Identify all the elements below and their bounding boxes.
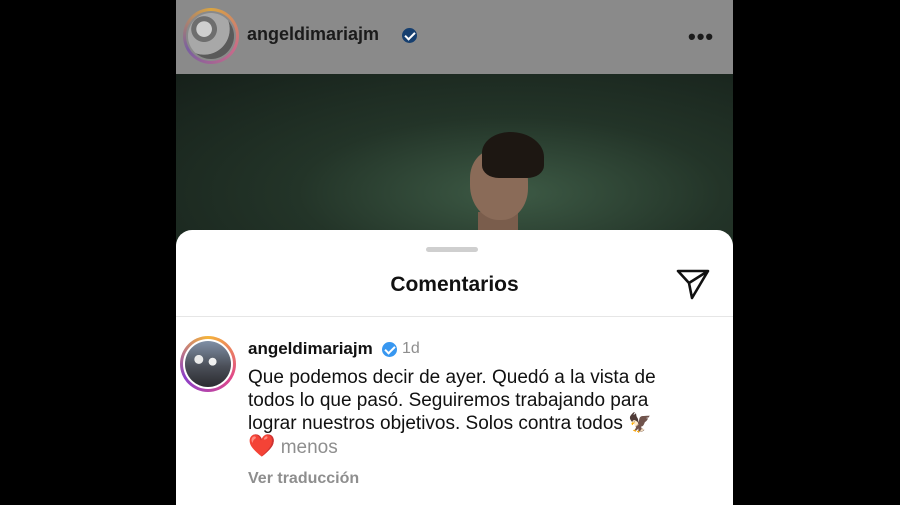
comment-username[interactable]: angeldimariajm: [248, 339, 373, 359]
avatar-image: [188, 13, 234, 59]
post-header: angeldimariajm •••: [176, 0, 733, 74]
sheet-drag-handle[interactable]: [426, 247, 478, 252]
player-photo-subject: [458, 132, 548, 242]
verified-badge-icon: [382, 342, 397, 357]
divider: [176, 316, 733, 317]
comment-avatar[interactable]: [180, 336, 236, 392]
instagram-screen: angeldimariajm ••• Comentarios angeldima…: [176, 0, 733, 505]
comments-sheet: Comentarios angeldimariajm 1d Que podemo…: [176, 230, 733, 505]
verified-badge-icon: [402, 28, 417, 43]
eagle-emoji: 🦅: [628, 412, 652, 434]
heart-emoji: ❤️: [248, 433, 276, 459]
post-username[interactable]: angeldimariajm: [247, 24, 379, 45]
avatar-image: [185, 341, 231, 387]
comment-line: lograr nuestros objetivos. Solos contra …: [248, 413, 623, 434]
see-translation-link[interactable]: Ver traducción: [248, 470, 359, 488]
show-less-link[interactable]: menos: [281, 437, 338, 458]
comment-line: Que podemos decir de ayer. Quedó a la vi…: [248, 367, 656, 388]
comment-timestamp: 1d: [402, 340, 420, 357]
comment-line: todos lo que pasó. Seguiremos trabajando…: [248, 389, 649, 411]
share-paper-plane-icon[interactable]: [676, 268, 710, 300]
post-photo[interactable]: [176, 74, 733, 244]
comment-text: Que podemos decir de ayer. Quedó a la vi…: [248, 367, 708, 459]
post-avatar[interactable]: [183, 8, 239, 64]
sheet-title: Comentarios: [390, 273, 519, 296]
more-options-icon[interactable]: •••: [688, 24, 714, 50]
